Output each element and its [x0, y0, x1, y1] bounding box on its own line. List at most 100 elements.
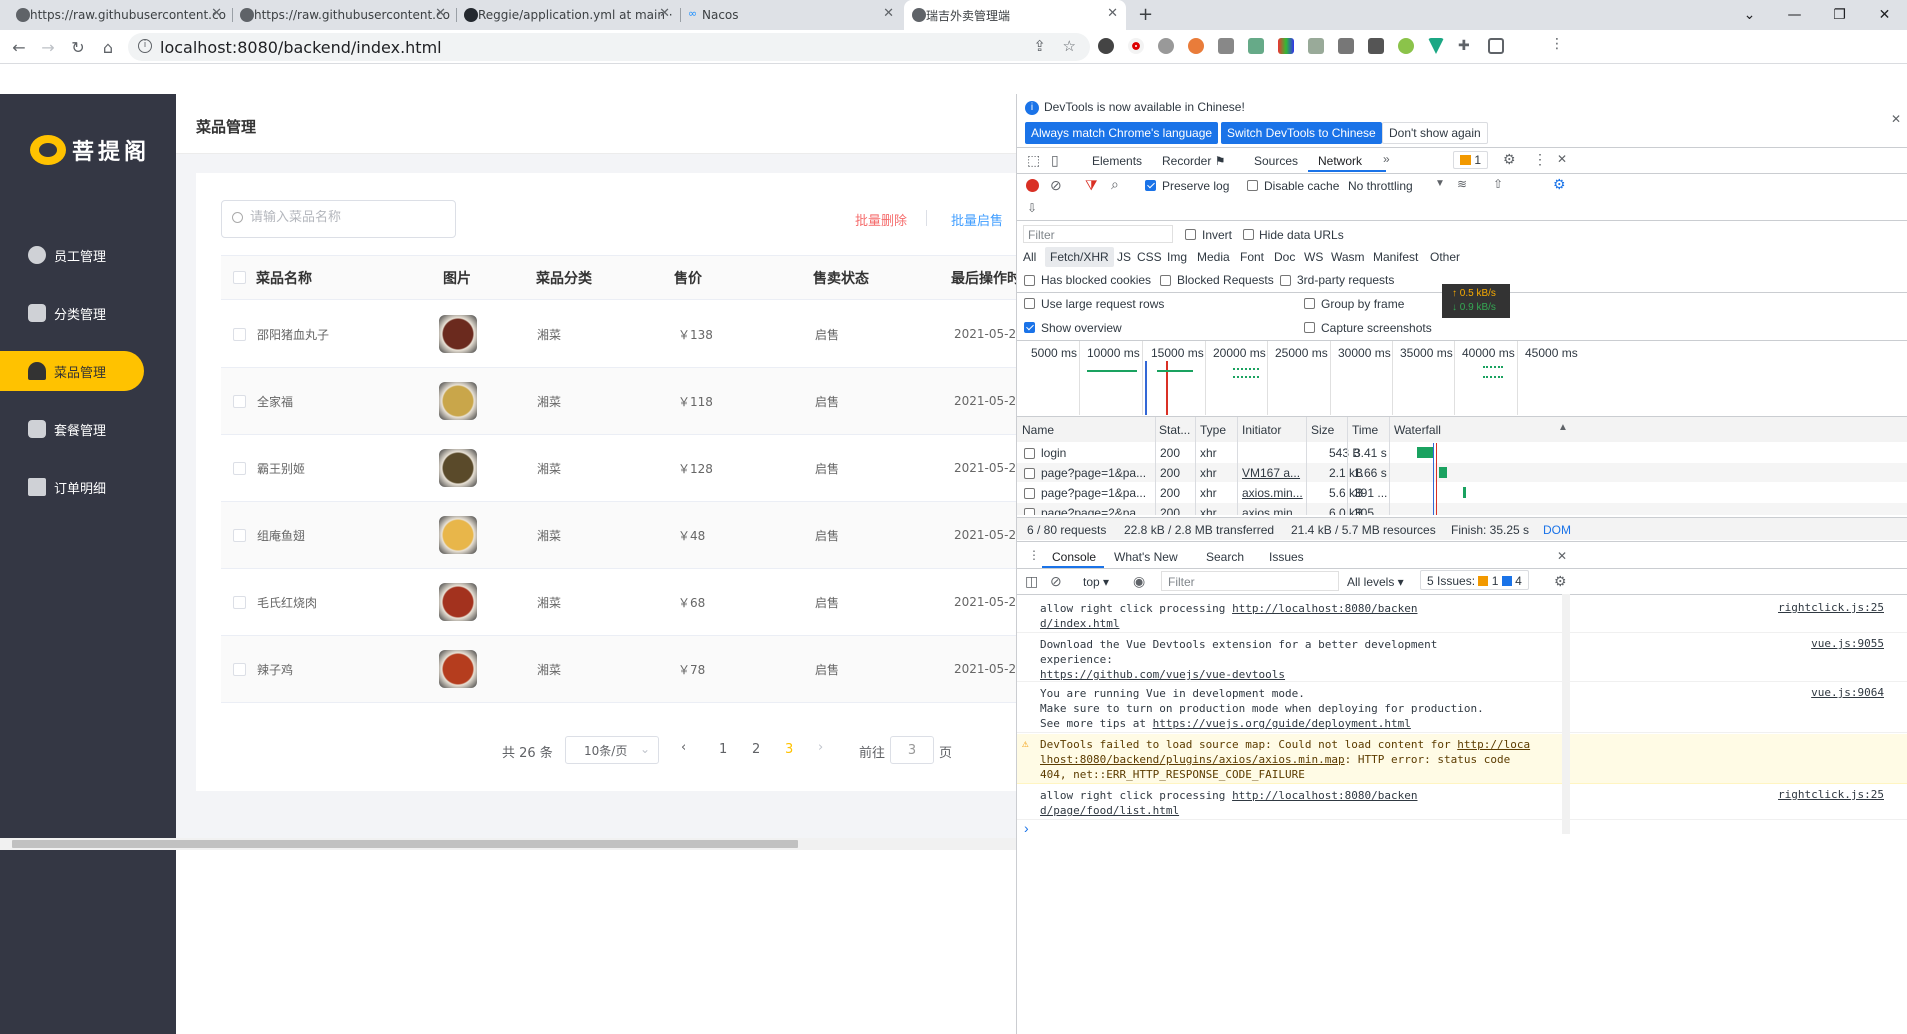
row-checkbox[interactable] [233, 595, 246, 609]
screenshot-icon[interactable] [1248, 38, 1264, 54]
tab-elements[interactable]: Elements [1092, 154, 1142, 168]
export-har-icon[interactable]: ⇩ [1027, 201, 1037, 215]
new-tab-button[interactable]: + [1138, 4, 1153, 25]
sidebar-item-orders[interactable]: 订单明细 [0, 467, 144, 507]
column-header[interactable]: Waterfall [1394, 423, 1441, 437]
drawer-tab-search[interactable]: Search [1206, 550, 1244, 564]
table-row[interactable]: 毛氏红烧肉 湘菜 ￥68 启售 2021-05-27 [221, 569, 1016, 636]
console-source-link[interactable]: vue.js:9055 [1811, 637, 1884, 650]
close-tab-icon[interactable]: ✕ [1107, 6, 1118, 21]
request-row[interactable]: page?page=1&pa... 200 xhr axios.min... 5… [1017, 483, 1907, 502]
type-filter-fetch-xhr[interactable]: Fetch/XHR [1045, 247, 1114, 267]
row-checkbox[interactable] [233, 327, 246, 341]
console-link[interactable]: http://localhost:8080/backen [1232, 602, 1417, 615]
row-checkbox[interactable] [233, 662, 246, 676]
blocked-cookies-checkbox[interactable] [1024, 275, 1035, 286]
sidebar-item-setmeals[interactable]: 套餐管理 [0, 409, 144, 449]
request-initiator[interactable]: axios.min... [1242, 506, 1303, 515]
search-icon[interactable]: ⌕ [1111, 176, 1119, 193]
row-checkbox[interactable] [1024, 448, 1035, 459]
sidebar-item-employees[interactable]: 员工管理 [0, 235, 144, 275]
request-row[interactable]: login 200 xhr 543 B 3.41 s [1017, 443, 1907, 462]
close-drawer-icon[interactable]: ✕ [1557, 549, 1567, 563]
browser-tab[interactable]: https://raw.githubusercontent.co ✕ [8, 0, 230, 30]
switch-language-button[interactable]: Switch DevTools to Chinese [1221, 122, 1382, 144]
close-tab-icon[interactable]: ✕ [883, 6, 894, 21]
extension-icon[interactable] [1128, 38, 1144, 54]
console-link[interactable]: http://loca [1457, 738, 1530, 751]
forward-icon[interactable]: → [37, 36, 59, 58]
color-picker-icon[interactable] [1278, 38, 1294, 54]
row-checkbox[interactable] [233, 394, 246, 408]
dont-show-again-button[interactable]: Don't show again [1382, 122, 1488, 144]
record-icon[interactable] [1026, 179, 1039, 192]
close-tab-icon[interactable]: ✕ [659, 6, 670, 21]
table-row[interactable]: 霸王别姬 湘菜 ￥128 启售 2021-05-27 [221, 435, 1016, 502]
drawer-tab-whats-new[interactable]: What's New [1114, 550, 1178, 564]
console-link[interactable]: https://github.com/vuejs/vue-devtools [1040, 668, 1285, 681]
search-input[interactable] [250, 210, 450, 225]
share-icon[interactable]: ⇪ [1033, 37, 1046, 55]
type-filter-js[interactable]: JS [1117, 250, 1131, 264]
horizontal-scrollbar[interactable] [0, 838, 1016, 850]
table-row[interactable]: 全家福 湘菜 ￥118 启售 2021-05-27 [221, 368, 1016, 435]
close-tab-icon[interactable]: ✕ [435, 6, 446, 21]
type-filter-font[interactable]: Font [1240, 250, 1264, 264]
tab-search-icon[interactable]: ⌄ [1727, 0, 1772, 30]
row-checkbox[interactable] [1024, 488, 1035, 499]
extension-icon[interactable] [1398, 38, 1414, 54]
sidebar-toggle-icon[interactable]: ◫ [1025, 573, 1038, 590]
tab-sources[interactable]: Sources [1254, 154, 1298, 168]
request-initiator[interactable]: axios.min... [1242, 486, 1303, 500]
row-checkbox[interactable] [1024, 468, 1035, 479]
column-header[interactable]: Size [1311, 423, 1334, 437]
minimize-button[interactable]: — [1772, 0, 1817, 30]
third-party-checkbox[interactable] [1280, 275, 1291, 286]
console-source-link[interactable]: rightclick.js:25 [1778, 788, 1884, 801]
type-filter-media[interactable]: Media [1197, 250, 1230, 264]
log-levels-select[interactable]: All levels ▾ [1347, 575, 1404, 589]
network-conditions-icon[interactable]: ≋ [1457, 177, 1467, 191]
network-filter-input[interactable]: Filter [1023, 225, 1173, 243]
column-header[interactable]: Type [1200, 423, 1226, 437]
console-link[interactable]: https://vuejs.org/guide/deployment.html [1153, 717, 1411, 730]
close-tab-icon[interactable]: ✕ [211, 6, 222, 21]
adblock-icon[interactable] [1158, 38, 1174, 54]
drawer-tab-console[interactable]: Console [1052, 550, 1096, 564]
column-header[interactable]: Name [1022, 423, 1054, 437]
scrollbar-thumb[interactable] [12, 840, 798, 848]
invert-checkbox[interactable] [1185, 229, 1196, 240]
prev-page-button[interactable]: ‹ [681, 740, 686, 755]
browser-tab[interactable]: https://raw.githubusercontent.co ✕ [232, 0, 454, 30]
throttling-select[interactable]: No throttling [1348, 179, 1413, 193]
more-tabs-icon[interactable]: » [1383, 152, 1390, 166]
clear-icon[interactable]: ⊘ [1050, 177, 1062, 194]
issues-counter[interactable]: 1 [1453, 151, 1489, 169]
vue-devtools-icon[interactable] [1428, 38, 1444, 54]
column-header[interactable]: Time [1352, 423, 1378, 437]
console-source-link[interactable]: vue.js:9064 [1811, 686, 1884, 699]
import-har-icon[interactable]: ⇧ [1493, 177, 1503, 191]
column-header[interactable]: Stat... [1159, 423, 1190, 437]
live-expression-eye-icon[interactable]: ◉ [1133, 573, 1145, 590]
large-rows-checkbox[interactable] [1024, 298, 1035, 309]
console-link[interactable]: d/page/food/list.html [1040, 804, 1179, 817]
row-checkbox[interactable] [1024, 508, 1035, 515]
type-filter-all[interactable]: All [1023, 250, 1036, 264]
context-select[interactable]: top ▾ [1083, 575, 1109, 589]
request-initiator[interactable]: VM167 a... [1242, 466, 1300, 480]
inspect-element-icon[interactable]: ⬚ [1027, 152, 1040, 169]
batch-enable-button[interactable]: 批量启售 [951, 210, 1003, 229]
browser-tab[interactable]: ∞ Nacos ✕ [680, 0, 902, 30]
extension-icon[interactable] [1188, 38, 1204, 54]
bookmark-star-icon[interactable]: ☆ [1063, 37, 1076, 55]
extension-icon[interactable] [1098, 38, 1114, 54]
console-prompt[interactable]: › [1024, 820, 1029, 836]
kebab-menu-icon[interactable]: ⋮ [1533, 151, 1547, 168]
filter-icon[interactable]: ⧩ [1085, 177, 1098, 194]
close-devtools-icon[interactable]: ✕ [1557, 152, 1567, 166]
type-filter-other[interactable]: Other [1430, 250, 1460, 264]
network-settings-gear-icon[interactable]: ⚙ [1553, 176, 1566, 193]
console-link[interactable]: lhost:8080/backend/plugins/axios/axios.m… [1040, 753, 1345, 766]
row-checkbox[interactable] [233, 528, 246, 542]
